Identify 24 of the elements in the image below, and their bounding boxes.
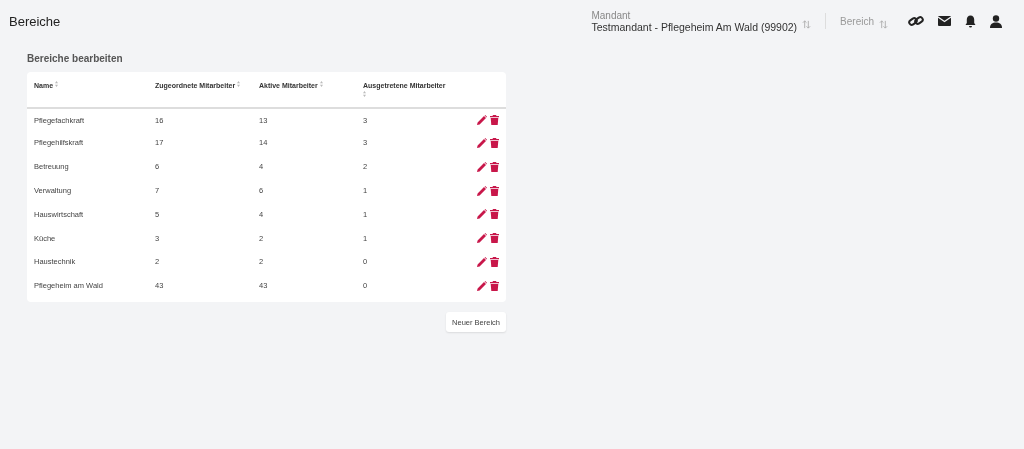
mandant-selector[interactable]: Testmandant - Pflegeheim Am Wald (99902) (591, 20, 798, 33)
link-icon[interactable] (908, 14, 924, 28)
delete-icon[interactable] (490, 209, 499, 220)
delete-icon[interactable] (490, 185, 499, 196)
edit-icon[interactable] (477, 185, 487, 196)
delete-icon[interactable] (490, 233, 499, 244)
mandant-label: Mandant (591, 9, 632, 21)
edit-icon[interactable] (477, 209, 487, 220)
delete-icon[interactable] (490, 115, 499, 125)
edit-icon[interactable] (477, 280, 487, 291)
edit-icon[interactable] (477, 233, 487, 244)
user-icon[interactable] (990, 14, 1002, 28)
page-title: Bereiche (9, 13, 61, 29)
delete-icon[interactable] (490, 256, 499, 267)
delete-icon[interactable] (490, 280, 499, 291)
edit-icon[interactable] (477, 115, 487, 125)
section-title: Bereiche bearbeiten (27, 53, 124, 64)
bell-icon[interactable] (965, 14, 976, 28)
delete-icon[interactable] (490, 161, 499, 172)
edit-icon[interactable] (477, 161, 487, 172)
mail-icon[interactable] (938, 16, 951, 26)
edit-icon[interactable] (477, 137, 487, 148)
delete-icon[interactable] (490, 137, 499, 148)
edit-icon[interactable] (477, 256, 487, 267)
